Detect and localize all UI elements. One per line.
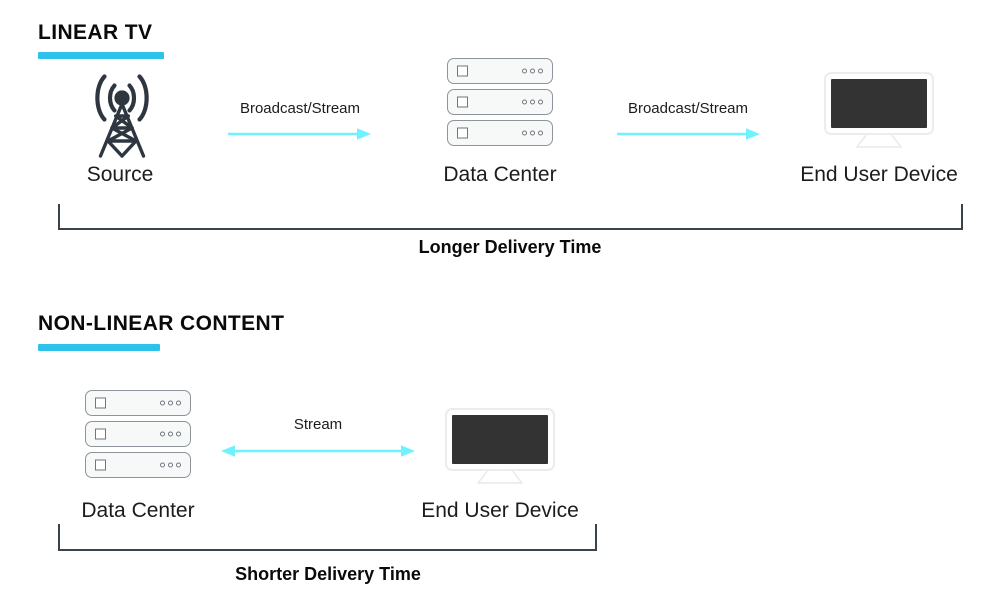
edge-label-broadcast-stream-1: Broadcast/Stream xyxy=(239,100,361,117)
server-unit xyxy=(447,58,553,84)
monitor-stand xyxy=(856,133,902,148)
server-led-group-icon xyxy=(160,400,181,406)
section-heading-rule-linear-tv xyxy=(38,52,164,59)
bracket-caption-shorter-delivery-time: Shorter Delivery Time xyxy=(235,564,421,584)
server-led-group-icon xyxy=(160,462,181,468)
monitor-icon-2 xyxy=(445,408,555,484)
monitor-screen xyxy=(452,415,548,464)
server-bay-icon xyxy=(457,127,468,139)
monitor-screen xyxy=(831,79,927,128)
arrow-right-icon-2 xyxy=(617,126,763,142)
node-label-end-user-device-2: End User Device xyxy=(421,499,579,522)
node-label-end-user-device-1: End User Device xyxy=(800,163,958,186)
monitor-icon-1 xyxy=(824,72,934,148)
server-unit xyxy=(447,120,553,146)
server-bay-icon xyxy=(95,428,106,440)
diagram-canvas: LINEAR TV Source Broadcast/Stream Data C… xyxy=(0,0,1000,600)
server-bay-icon xyxy=(95,459,106,471)
server-unit xyxy=(85,421,191,447)
server-bay-icon xyxy=(457,96,468,108)
server-unit xyxy=(85,452,191,478)
monitor-stand xyxy=(477,469,523,484)
node-label-source: Source xyxy=(86,163,154,186)
server-unit xyxy=(447,89,553,115)
bracket-caption-longer-delivery-time: Longer Delivery Time xyxy=(418,237,602,257)
server-bay-icon xyxy=(457,65,468,77)
node-label-data-center-2: Data Center xyxy=(81,499,195,522)
server-led-group-icon xyxy=(522,99,543,105)
server-unit xyxy=(85,390,191,416)
node-label-data-center-1: Data Center xyxy=(443,163,557,186)
server-rack-icon-2 xyxy=(85,390,191,478)
arrow-bidirectional-icon xyxy=(221,443,415,459)
edge-label-broadcast-stream-2: Broadcast/Stream xyxy=(627,100,749,117)
bracket-longer-delivery-time xyxy=(58,204,963,230)
edge-label-stream: Stream xyxy=(293,416,343,433)
server-bay-icon xyxy=(95,397,106,409)
server-led-group-icon xyxy=(522,68,543,74)
bracket-shorter-delivery-time xyxy=(58,524,597,551)
broadcast-tower-icon xyxy=(76,64,168,160)
section-heading-non-linear-content: NON-LINEAR CONTENT xyxy=(38,312,285,335)
server-led-group-icon xyxy=(160,431,181,437)
server-led-group-icon xyxy=(522,130,543,136)
server-rack-icon-1 xyxy=(447,58,553,146)
arrow-right-icon-1 xyxy=(228,126,374,142)
section-heading-linear-tv: LINEAR TV xyxy=(38,21,153,44)
section-heading-rule-non-linear-content xyxy=(38,344,160,351)
